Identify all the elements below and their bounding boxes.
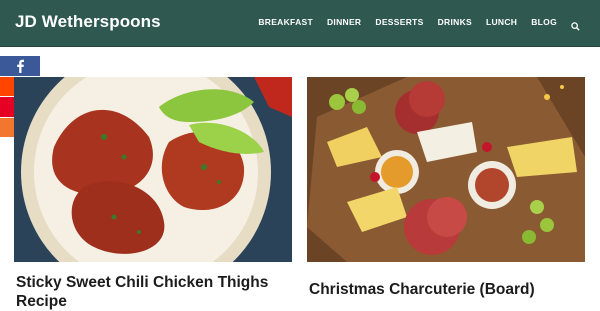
search-icon[interactable] — [571, 18, 580, 31]
recipe-title[interactable]: Sticky Sweet Chili Chicken Thighs Recipe — [16, 273, 296, 311]
recipe-image-charcuterie-board[interactable] — [307, 77, 585, 262]
site-header: JD Wetherspoons BREAKFAST DINNER DESSERT… — [0, 0, 600, 47]
nav-blog[interactable]: BLOG — [531, 17, 557, 27]
nav-desserts[interactable]: DESSERTS — [375, 17, 423, 27]
nav-breakfast[interactable]: BREAKFAST — [258, 17, 313, 27]
nav-drinks[interactable]: DRINKS — [438, 17, 472, 27]
recipe-card[interactable]: Sticky Sweet Chili Chicken Thighs Recipe — [14, 77, 292, 310]
site-brand[interactable]: JD Wetherspoons — [15, 12, 161, 32]
recipe-title[interactable]: Christmas Charcuterie (Board) — [309, 280, 589, 299]
nav-dinner[interactable]: DINNER — [327, 17, 361, 27]
recipe-card[interactable]: Christmas Charcuterie (Board) — [307, 77, 585, 298]
recipe-image-chili-chicken[interactable] — [14, 77, 292, 262]
facebook-icon[interactable] — [0, 56, 40, 76]
main-nav: BREAKFAST DINNER DESSERTS DRINKS LUNCH B… — [258, 17, 580, 31]
nav-lunch[interactable]: LUNCH — [486, 17, 517, 27]
